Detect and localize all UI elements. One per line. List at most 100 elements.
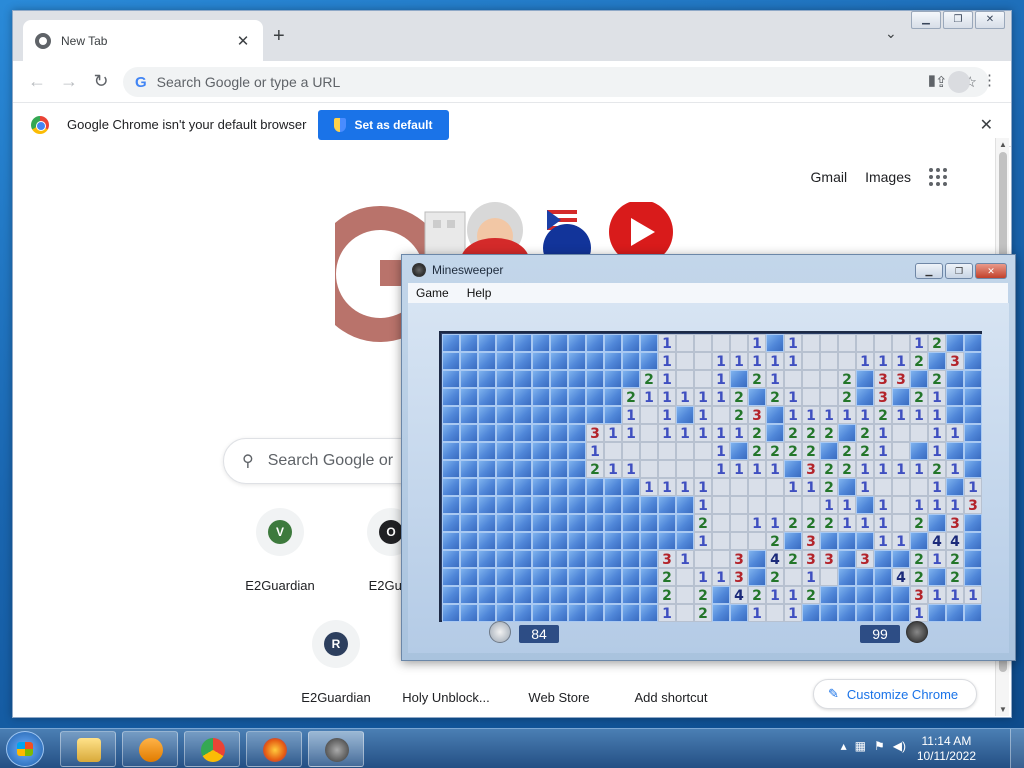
mine-cell[interactable]: 1 [856, 460, 874, 478]
mine-cell[interactable]: 1 [910, 496, 928, 514]
mine-cell[interactable]: 1 [748, 460, 766, 478]
mine-cell[interactable]: 2 [946, 568, 964, 586]
mine-cell[interactable] [532, 514, 550, 532]
mine-cell[interactable]: 1 [856, 406, 874, 424]
mine-cell[interactable] [532, 550, 550, 568]
mine-cell[interactable]: 1 [622, 460, 640, 478]
mine-cell[interactable] [640, 550, 658, 568]
mine-cell[interactable]: 3 [658, 550, 676, 568]
menu-game[interactable]: Game [416, 286, 449, 300]
mine-cell[interactable] [514, 442, 532, 460]
mine-cell[interactable]: 1 [748, 334, 766, 352]
mine-cell[interactable] [604, 442, 622, 460]
mine-cell[interactable]: 2 [748, 442, 766, 460]
mine-cell[interactable] [586, 568, 604, 586]
mine-cell[interactable]: 1 [802, 478, 820, 496]
mine-cell[interactable] [946, 406, 964, 424]
mine-cell[interactable]: 2 [910, 352, 928, 370]
mine-cell[interactable] [478, 604, 496, 622]
mine-cell[interactable]: 1 [928, 550, 946, 568]
mine-cell[interactable]: 1 [604, 460, 622, 478]
mine-cell[interactable]: 1 [946, 586, 964, 604]
mine-cell[interactable] [442, 388, 460, 406]
mine-cell[interactable] [622, 604, 640, 622]
mine-cell[interactable] [730, 334, 748, 352]
mine-cell[interactable] [892, 496, 910, 514]
mine-cell[interactable] [532, 604, 550, 622]
mine-cell[interactable]: 3 [910, 586, 928, 604]
mine-cell[interactable] [532, 406, 550, 424]
close-button[interactable]: ✕ [975, 11, 1005, 29]
mine-cell[interactable]: 1 [748, 514, 766, 532]
mine-cell[interactable] [622, 496, 640, 514]
mine-cell[interactable]: 2 [802, 424, 820, 442]
mine-cell[interactable]: 1 [658, 604, 676, 622]
mine-cell[interactable] [460, 532, 478, 550]
close-button[interactable]: ✕ [975, 263, 1007, 279]
mine-cell[interactable]: 2 [748, 370, 766, 388]
minimize-button[interactable]: ▁ [911, 11, 941, 29]
mine-cell[interactable]: 1 [694, 478, 712, 496]
mine-cell[interactable]: 2 [946, 550, 964, 568]
mine-cell[interactable] [532, 586, 550, 604]
mine-cell[interactable]: 1 [964, 478, 982, 496]
mine-cell[interactable] [820, 352, 838, 370]
mine-cell[interactable] [496, 478, 514, 496]
mine-cell[interactable] [838, 334, 856, 352]
mine-cell[interactable]: 4 [730, 586, 748, 604]
mine-cell[interactable]: 1 [892, 406, 910, 424]
mine-cell[interactable] [694, 460, 712, 478]
mine-cell[interactable]: 2 [640, 370, 658, 388]
mine-cell[interactable]: 2 [766, 568, 784, 586]
mine-cell[interactable] [838, 478, 856, 496]
mine-cell[interactable] [604, 604, 622, 622]
mine-cell[interactable]: 1 [928, 586, 946, 604]
mine-cell[interactable] [586, 532, 604, 550]
mine-cell[interactable] [838, 604, 856, 622]
mine-cell[interactable] [892, 586, 910, 604]
mine-cell[interactable] [712, 406, 730, 424]
mine-cell[interactable] [442, 514, 460, 532]
mine-cell[interactable] [514, 352, 532, 370]
mine-cell[interactable] [604, 514, 622, 532]
mine-cell[interactable]: 1 [892, 460, 910, 478]
mine-cell[interactable]: 1 [766, 586, 784, 604]
mine-cell[interactable] [460, 334, 478, 352]
mine-cell[interactable] [820, 568, 838, 586]
gmail-link[interactable]: Gmail [811, 169, 848, 185]
menu-help[interactable]: Help [467, 286, 492, 300]
mine-cell[interactable]: 1 [784, 406, 802, 424]
mine-cell[interactable]: 2 [928, 370, 946, 388]
mine-cell[interactable]: 1 [946, 460, 964, 478]
mine-cell[interactable]: 3 [730, 550, 748, 568]
mine-cell[interactable] [460, 514, 478, 532]
tab-new-tab[interactable]: New Tab ✕ [23, 20, 263, 61]
reload-icon[interactable]: ↻ [85, 71, 117, 92]
mine-cell[interactable] [478, 370, 496, 388]
scroll-up-icon[interactable]: ▲ [999, 140, 1007, 149]
mine-cell[interactable]: 2 [784, 442, 802, 460]
mine-cell[interactable] [892, 424, 910, 442]
mine-cell[interactable] [928, 514, 946, 532]
mine-cell[interactable] [874, 586, 892, 604]
mine-cell[interactable] [604, 370, 622, 388]
mine-cell[interactable] [802, 370, 820, 388]
mine-cell[interactable] [676, 370, 694, 388]
mine-cell[interactable]: 1 [694, 532, 712, 550]
mine-cell[interactable]: 3 [820, 550, 838, 568]
mine-cell[interactable] [550, 550, 568, 568]
shortcut-tile[interactable]: Web Store [504, 690, 614, 705]
mine-cell[interactable]: 3 [874, 388, 892, 406]
mine-cell[interactable] [550, 406, 568, 424]
mine-cell[interactable] [856, 334, 874, 352]
mine-cell[interactable] [478, 514, 496, 532]
mine-cell[interactable] [748, 532, 766, 550]
tab-search-icon[interactable]: ⌄ [885, 25, 897, 42]
mine-cell[interactable] [964, 568, 982, 586]
mine-cell[interactable] [514, 604, 532, 622]
mine-cell[interactable]: 2 [928, 460, 946, 478]
start-button[interactable] [6, 731, 44, 767]
mine-cell[interactable] [496, 550, 514, 568]
mine-cell[interactable] [892, 478, 910, 496]
mine-cell[interactable] [460, 352, 478, 370]
